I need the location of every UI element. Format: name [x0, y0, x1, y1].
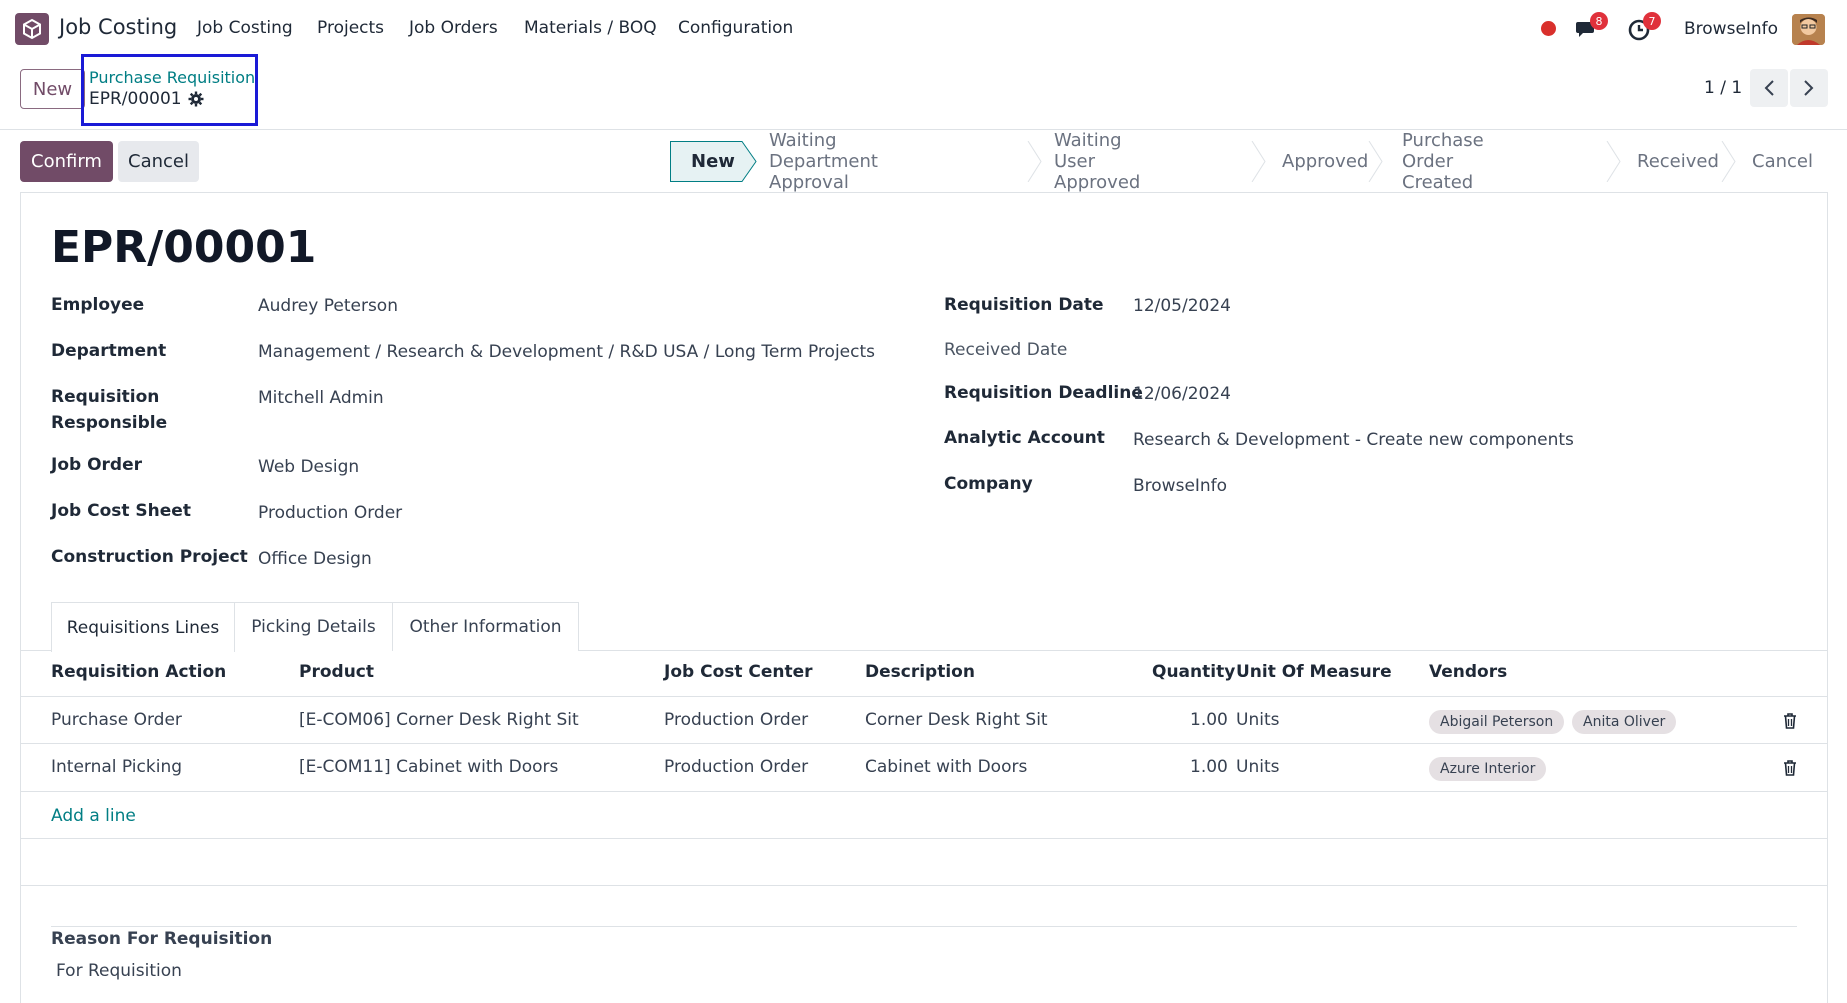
menu-job-costing[interactable]: Job Costing [197, 18, 293, 38]
requisition-responsible-field[interactable]: Mitchell Admin [258, 385, 384, 411]
cell-description[interactable]: Corner Desk Right Sit [865, 710, 1048, 730]
tab-requisitions-lines[interactable]: Requisitions Lines [51, 602, 235, 652]
messages-badge: 8 [1590, 12, 1608, 30]
job-cost-sheet-field[interactable]: Production Order [258, 500, 402, 526]
pager-value[interactable]: 1 / 1 [1704, 78, 1742, 98]
stage-separator [1721, 141, 1736, 182]
cell-requisition-action[interactable]: Internal Picking [51, 757, 182, 777]
employee-field[interactable]: Audrey Peterson [258, 293, 398, 319]
chevron-right-icon [1804, 80, 1814, 96]
gear-icon[interactable] [188, 91, 204, 107]
activities-badge: 7 [1643, 12, 1661, 30]
cell-quantity[interactable]: 1.00 [1190, 710, 1228, 730]
pager-next-button[interactable] [1790, 69, 1828, 107]
app-logo-icon[interactable] [15, 13, 49, 45]
top-navbar: Job Costing Job Costing Projects Job Ord… [0, 0, 1847, 58]
confirm-button[interactable]: Confirm [20, 141, 113, 182]
company-switcher[interactable]: BrowseInfo [1684, 19, 1778, 39]
menu-configuration[interactable]: Configuration [678, 18, 793, 38]
tab-other-information[interactable]: Other Information [393, 602, 579, 651]
new-button[interactable]: New [20, 69, 85, 109]
department-label: Department [51, 341, 167, 361]
stage-separator [1368, 141, 1383, 182]
requisition-responsible-label: Requisition Responsible [51, 387, 168, 433]
column-job-cost-center[interactable]: Job Cost Center [664, 662, 813, 682]
job-order-label: Job Order [51, 455, 143, 475]
stage-separator [1251, 141, 1266, 182]
analytic-account-field[interactable]: Research & Development - Create new comp… [1133, 427, 1574, 453]
vendor-tag[interactable]: Abigail Peterson [1429, 710, 1565, 734]
cell-product[interactable]: [E-COM06] Corner Desk Right Sit [299, 710, 579, 730]
stage-separator [1027, 141, 1042, 182]
reason-label: Reason For Requisition [51, 929, 273, 949]
column-quantity[interactable]: Quantity [1152, 662, 1235, 682]
tab-picking-details[interactable]: Picking Details [235, 602, 393, 651]
breadcrumb-current: EPR/00001 [89, 89, 182, 109]
column-product[interactable]: Product [299, 662, 374, 682]
cell-job-cost-center[interactable]: Production Order [664, 710, 808, 730]
add-line-link[interactable]: Add a line [51, 806, 136, 826]
row-divider [20, 791, 1828, 792]
cell-unit-of-measure[interactable]: Units [1236, 710, 1279, 730]
control-panel-divider [0, 129, 1847, 130]
trash-icon[interactable] [1782, 759, 1798, 777]
trash-icon[interactable] [1782, 712, 1798, 730]
job-order-field[interactable]: Web Design [258, 454, 359, 480]
received-date-field[interactable] [1133, 337, 1433, 363]
employee-label: Employee [51, 295, 145, 315]
breadcrumb: EPR/00001 [89, 89, 204, 109]
record-title: EPR/00001 [51, 222, 317, 273]
status-dot-icon[interactable] [1541, 21, 1556, 36]
construction-project-label: Construction Project [51, 547, 248, 567]
stage-received[interactable]: Received [1637, 141, 1719, 182]
menu-job-orders[interactable]: Job Orders [409, 18, 498, 38]
vendor-tag[interactable]: Azure Interior [1429, 757, 1547, 781]
stage-approved[interactable]: Approved [1282, 141, 1368, 182]
column-description[interactable]: Description [865, 662, 975, 682]
vendor-tag[interactable]: Anita Oliver [1572, 710, 1677, 734]
requisition-deadline-field[interactable]: 12/06/2024 [1133, 381, 1231, 407]
construction-project-field[interactable]: Office Design [258, 546, 372, 572]
reason-divider [51, 926, 1797, 927]
stage-waiting-department-approval[interactable]: Waiting Department Approval [769, 130, 878, 193]
breadcrumb-parent-link[interactable]: Purchase Requisition [89, 68, 255, 87]
cell-requisition-action[interactable]: Purchase Order [51, 710, 182, 730]
header-divider [20, 696, 1828, 697]
messages-button[interactable]: 8 [1574, 12, 1608, 42]
company-field[interactable]: BrowseInfo [1133, 473, 1227, 499]
app-name[interactable]: Job Costing [59, 15, 177, 39]
table-divider [20, 838, 1828, 839]
column-vendors[interactable]: Vendors [1429, 662, 1507, 682]
stage-cancel[interactable]: Cancel [1752, 141, 1813, 182]
cell-quantity[interactable]: 1.00 [1190, 757, 1228, 777]
stage-waiting-user-approved[interactable]: Waiting User Approved [1054, 130, 1140, 193]
stage-new[interactable]: New [691, 141, 735, 182]
chevron-left-icon [1764, 80, 1774, 96]
job-cost-sheet-label: Job Cost Sheet [51, 501, 191, 521]
requisition-date-label: Requisition Date [944, 295, 1104, 315]
column-unit-of-measure[interactable]: Unit Of Measure [1236, 662, 1392, 682]
table-footer-divider [20, 885, 1828, 886]
row-divider [20, 743, 1828, 744]
cell-unit-of-measure[interactable]: Units [1236, 757, 1279, 777]
requisition-deadline-label: Requisition Deadline [944, 383, 1143, 403]
reason-field[interactable]: For Requisition [56, 961, 182, 981]
activities-button[interactable]: 7 [1627, 12, 1661, 42]
department-field[interactable]: Management / Research & Development / R&… [258, 339, 875, 365]
column-requisition-action[interactable]: Requisition Action [51, 662, 226, 682]
stage-purchase-order-created[interactable]: Purchase Order Created [1402, 130, 1484, 193]
pager-previous-button[interactable] [1750, 69, 1788, 107]
cancel-button[interactable]: Cancel [118, 141, 199, 182]
avatar[interactable] [1792, 14, 1825, 45]
cell-job-cost-center[interactable]: Production Order [664, 757, 808, 777]
menu-projects[interactable]: Projects [317, 18, 384, 38]
stage-separator [1606, 141, 1621, 182]
menu-materials-boq[interactable]: Materials / BOQ [524, 18, 657, 38]
cell-product[interactable]: [E-COM11] Cabinet with Doors [299, 757, 558, 777]
cell-description[interactable]: Cabinet with Doors [865, 757, 1027, 777]
company-label: Company [944, 474, 1033, 494]
requisition-date-field[interactable]: 12/05/2024 [1133, 293, 1231, 319]
analytic-account-label: Analytic Account [944, 428, 1105, 448]
received-date-label: Received Date [944, 340, 1068, 360]
